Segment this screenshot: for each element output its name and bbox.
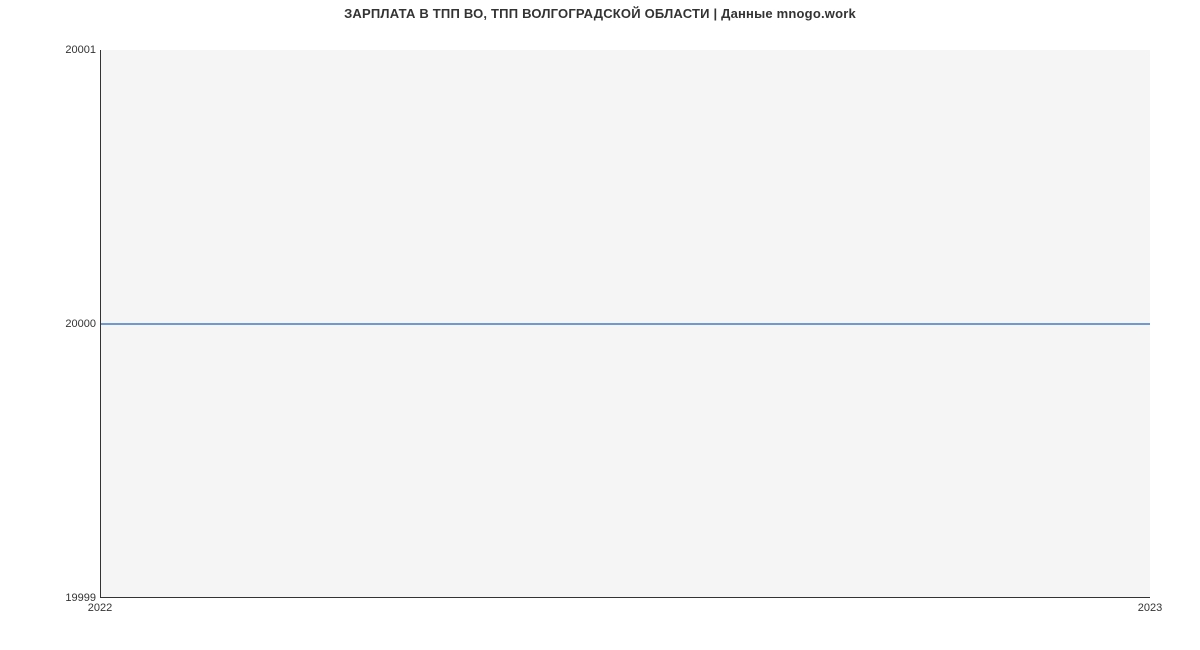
plot-area (100, 50, 1150, 598)
x-tick-label: 2023 (1138, 602, 1162, 614)
y-tick-label: 19999 (6, 592, 96, 604)
chart-container: ЗАРПЛАТА В ТПП ВО, ТПП ВОЛГОГРАДСКОЙ ОБЛ… (0, 0, 1200, 650)
data-series-line (101, 323, 1150, 325)
y-tick-label: 20001 (6, 44, 96, 56)
x-tick-label: 2022 (88, 602, 112, 614)
y-tick-label: 20000 (6, 318, 96, 330)
chart-title: ЗАРПЛАТА В ТПП ВО, ТПП ВОЛГОГРАДСКОЙ ОБЛ… (0, 6, 1200, 21)
